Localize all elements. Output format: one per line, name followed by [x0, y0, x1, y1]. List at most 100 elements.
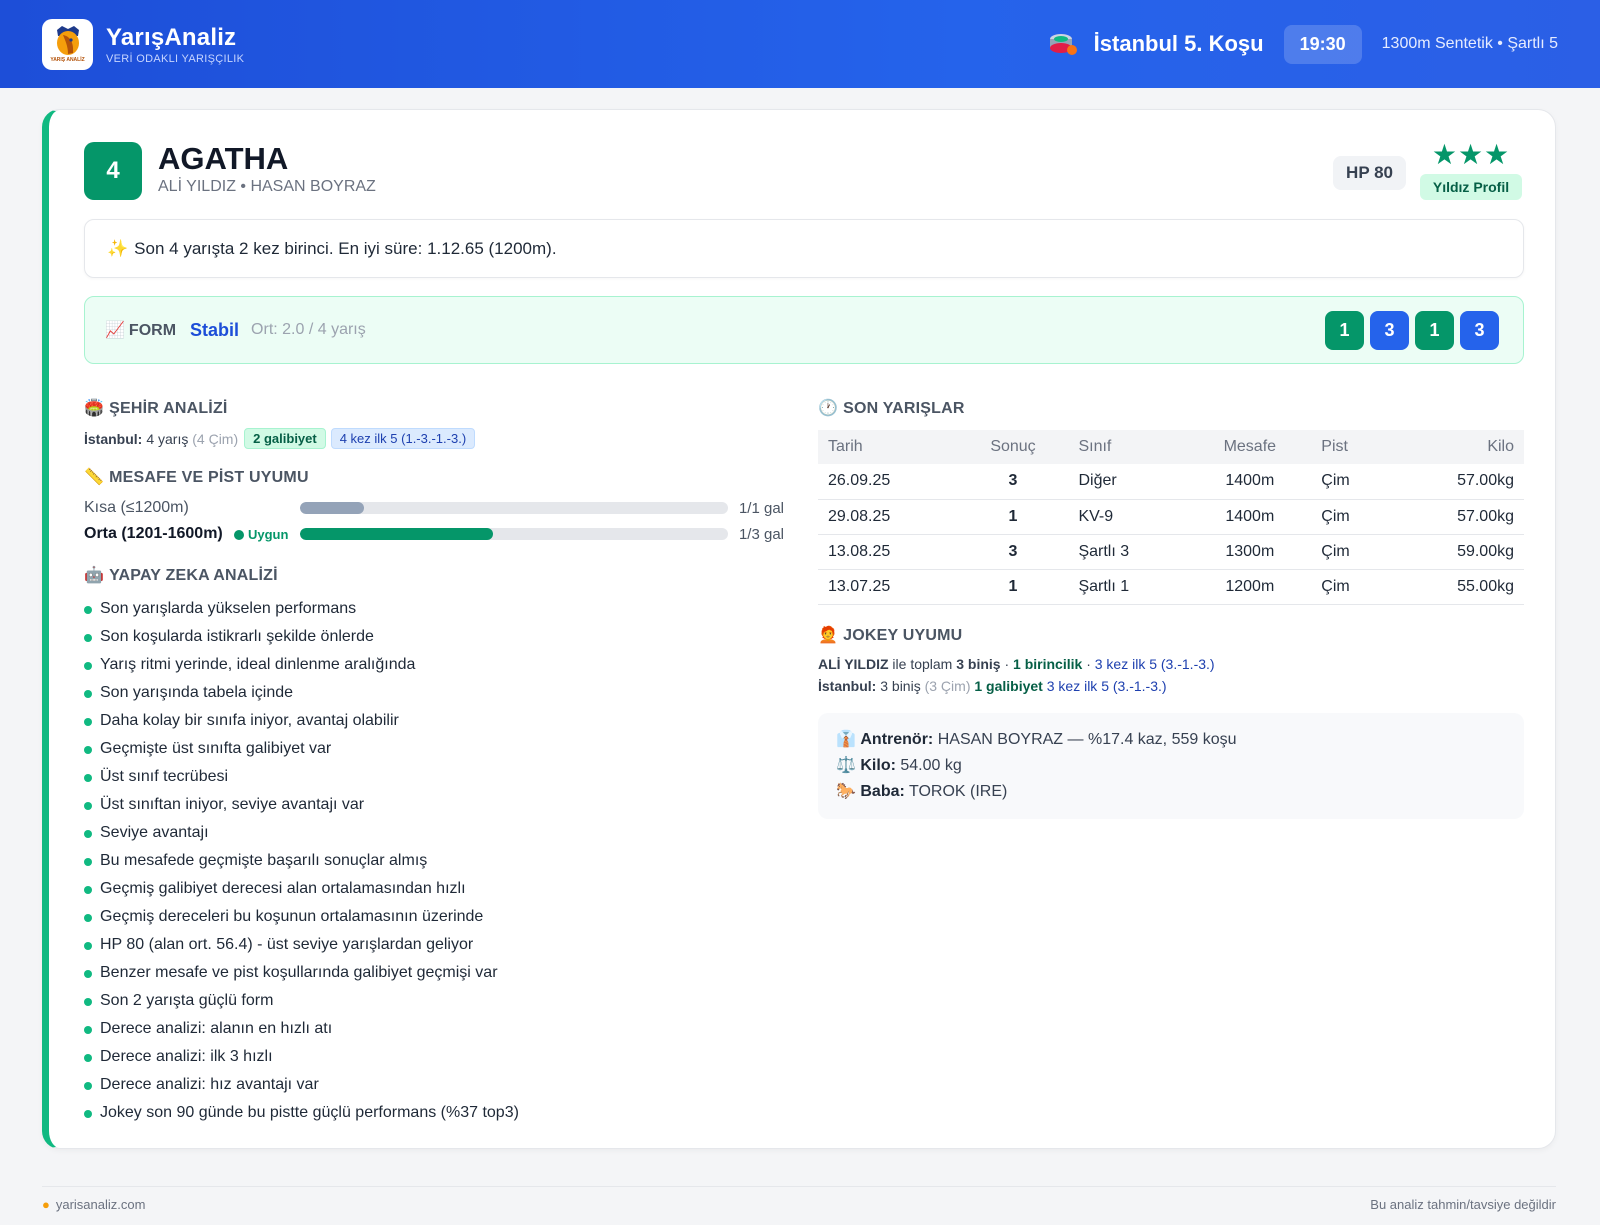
horse-icon: 🐎 [836, 782, 856, 800]
city-top5-badge: 4 kez ilk 5 (1.-3.-1.-3.) [330, 428, 476, 449]
distance-title: 📏 MESAFE VE PİST UYUMU [84, 469, 309, 486]
distance-value: 1/1 gal [738, 499, 784, 517]
form-average: Ort: 2.0 / 4 yarış [251, 321, 366, 338]
distance-label: Kısa (≤1200m) [84, 499, 189, 516]
form-results: 1 3 1 3 [1325, 310, 1499, 350]
city-surface: (4 Çim) [192, 430, 239, 447]
ai-analysis-item: Jokey son 90 günde bu pistte güçlü perfo… [84, 1099, 784, 1127]
table-row: 13.08.25 3 Şartlı 3 1300m Çim 59.00kg [818, 534, 1524, 570]
jockey-rides: 3 biniş [956, 655, 1001, 672]
brand-name: YarışAnaliz [106, 23, 237, 51]
form-label-text: FORM [128, 322, 177, 339]
star-profile-badge: Yıldız Profil [1419, 174, 1523, 200]
ai-analysis-item: HP 80 (alan ort. 56.4) - üst seviye yarı… [84, 931, 784, 959]
table-cell: 59.00kg [1393, 534, 1524, 570]
summary-box: ✨ Son 4 yarışta 2 kez birinci. En iyi sü… [84, 219, 1524, 278]
jockey-city-top5: 3 kez ilk 5 (3.-1.-3.) [1046, 677, 1167, 694]
race-time: 19:30 [1283, 24, 1362, 64]
horse-info-box: 👔 Antrenör: HASAN BOYRAZ — %17.4 kaz, 55… [818, 712, 1524, 819]
table-cell: Çim [1311, 499, 1394, 535]
table-row: 29.08.25 1 KV-9 1400m Çim 57.00kg [818, 499, 1524, 535]
top-header: YARIŞ ANALİZ YarışAnaliz VERİ ODAKLI YAR… [0, 0, 1600, 88]
jockey-wins: 1 birincilik [1013, 655, 1083, 672]
chart-up-icon: 📈 [105, 322, 125, 339]
table-cell: 1 [957, 499, 1069, 535]
column-header: Pist [1311, 430, 1394, 464]
table-cell: 55.00kg [1393, 569, 1524, 605]
table-cell: 57.00kg [1393, 499, 1524, 535]
ai-analysis-item: Benzer mesafe ve pist koşullarında galib… [84, 959, 784, 987]
distance-bar-fill [300, 502, 365, 514]
app-logo[interactable]: YARIŞ ANALİZ [42, 18, 93, 70]
table-cell: 3 [957, 464, 1069, 500]
ai-analysis-item: Geçmiş galibiyet derecesi alan ortalamas… [84, 875, 784, 903]
ai-analysis-item: Derece analizi: ilk 3 hızlı [84, 1043, 784, 1071]
jockey-top5: 3 kez ilk 5 (3.-1.-3.) [1094, 655, 1215, 672]
star-rating: ★★★ Yıldız Profil [1418, 140, 1524, 200]
horse-name: AGATHA [158, 141, 289, 176]
column-header: Sınıf [1068, 430, 1189, 464]
weight-line: ⚖️ Kilo: 54.00 kg [836, 756, 962, 774]
jockey-city-wins: 1 galibiyet [974, 677, 1043, 694]
table-cell: 13.08.25 [818, 534, 958, 570]
table-cell: Çim [1311, 534, 1394, 570]
jockey-stats: ALİ YILDIZ ile toplam 3 biniş · 1 birinc… [818, 653, 1524, 697]
jockey-text: ile toplam [892, 655, 953, 672]
race-track-icon [1049, 34, 1077, 55]
city-analysis-title: 🏟️ ŞEHİR ANALİZİ [84, 400, 228, 417]
table-cell: Çim [1311, 569, 1394, 605]
table-row: 13.07.25 1 Şartlı 1 1200m Çim 55.00kg [818, 569, 1524, 605]
distance-row: Orta (1201-1600m) Uygun 1/3 gal [84, 521, 784, 547]
suitable-badge: Uygun [234, 527, 300, 542]
ai-analysis-title: 🤖 YAPAY ZEKA ANALİZİ [84, 567, 278, 584]
ai-analysis-item: Bu mesafede geçmişte başarılı sonuçlar a… [84, 847, 784, 875]
separator: · [1004, 655, 1010, 672]
footer-logo-icon: ● [42, 1197, 50, 1212]
city-races: 4 yarış [146, 430, 189, 447]
logo-caption: YARIŞ ANALİZ [50, 56, 85, 63]
distance-label: Orta (1201-1600m) [84, 525, 223, 542]
ai-analysis-item: Son yarışında tabela içinde [84, 679, 784, 707]
ai-analysis-item: Üst sınıf tecrübesi [84, 763, 784, 791]
jockey-city-rides: 3 biniş [880, 677, 921, 694]
table-cell: Şartlı 3 [1068, 534, 1189, 570]
column-header: Kilo [1393, 430, 1524, 464]
footer-site[interactable]: ● yarisanaliz.com [42, 1197, 145, 1212]
horse-heading: 4 AGATHA ALİ YILDIZ • HASAN BOYRAZ [84, 142, 376, 200]
horse-card: 4 AGATHA ALİ YILDIZ • HASAN BOYRAZ HP 80… [42, 109, 1556, 1149]
table-cell: 26.09.25 [818, 464, 958, 500]
horse-head-logo-icon [56, 25, 79, 55]
summary-text: Son 4 yarışta 2 kez birinci. En iyi süre… [134, 238, 557, 258]
hp-badge: HP 80 [1333, 156, 1406, 190]
trainer-value: HASAN BOYRAZ — %17.4 kaz, 559 koşu [937, 730, 1237, 748]
form-label: 📈 FORM [105, 320, 176, 340]
ai-analysis-item: Derece analizi: hız avantajı var [84, 1071, 784, 1099]
sparkle-icon: ✨ [107, 238, 129, 258]
jockey-fit-title: 🧑‍🦰 JOKEY UYUMU [818, 626, 963, 644]
city-stats: İstanbul: 4 yarış (4 Çim) 2 galibiyet 4 … [84, 428, 784, 449]
weight-value: 54.00 kg [900, 756, 962, 774]
form-result-chip: 1 [1325, 310, 1364, 350]
separator: · [1086, 655, 1091, 672]
clock-icon: 🕐 [818, 400, 839, 417]
ai-analysis-item: Geçmiş dereceleri bu koşunun ortalamasın… [84, 903, 784, 931]
ai-analysis-item: Son 2 yarışta güçlü form [84, 987, 784, 1015]
race-title: İstanbul 5. Koşu [1093, 31, 1264, 56]
jockey-city: İstanbul: [818, 677, 877, 694]
ai-analysis-item: Derece analizi: alanın en hızlı atı [84, 1015, 784, 1043]
sire-line: 🐎 Baba: TOROK (IRE) [836, 782, 1008, 800]
jockey-trainer: ALİ YILDIZ • HASAN BOYRAZ [158, 178, 376, 195]
brand-tagline: VERİ ODAKLI YARIŞÇILIK [106, 52, 245, 65]
table-cell: 1300m [1188, 534, 1312, 570]
table-row: 26.09.25 3 Diğer 1400m Çim 57.00kg [818, 464, 1524, 500]
robot-icon: 🤖 [84, 567, 105, 584]
table-header-row: Tarih Sonuç Sınıf Mesafe Pist Kilo [818, 430, 1524, 464]
ai-analysis-item: Geçmişte üst sınıfta galibiyet var [84, 735, 784, 763]
distance-fit: Kısa (≤1200m) 1/1 gal Orta (1201-1600m) … [84, 495, 784, 547]
distance-row: Kısa (≤1200m) 1/1 gal [84, 495, 784, 521]
recent-races-title: 🕐 SON YARIŞLAR [818, 400, 965, 417]
table-cell: 1200m [1188, 569, 1312, 605]
jockey-icon: 🧑‍🦰 [818, 626, 839, 644]
sire-value: TOROK (IRE) [908, 782, 1008, 800]
form-result-chip: 3 [1460, 310, 1499, 350]
